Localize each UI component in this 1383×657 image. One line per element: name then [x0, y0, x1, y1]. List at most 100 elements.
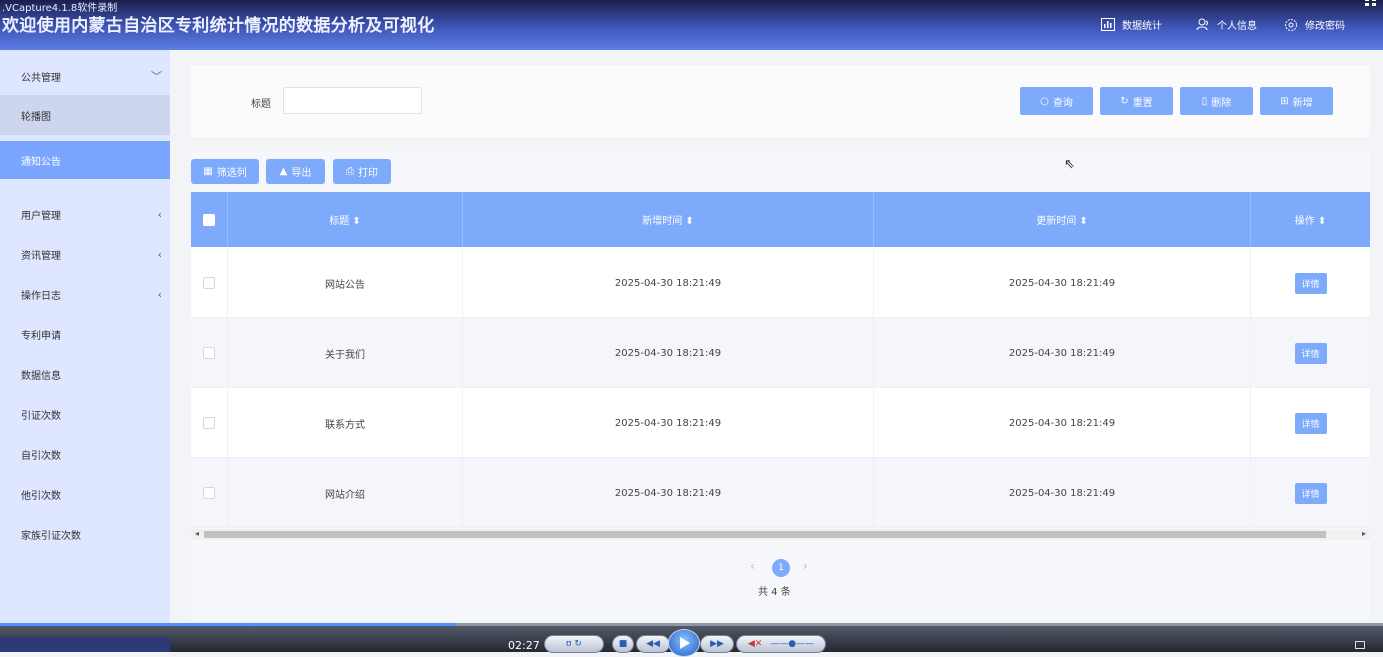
cell-updated: 2025-04-30 18:21:49 — [874, 388, 1251, 458]
sidebar-item-label: 通知公告 — [21, 156, 61, 168]
sidebar-item-operation-log[interactable]: 操作日志 ‹ — [0, 275, 170, 313]
column-header-action[interactable]: 操作 ⬍ — [1251, 192, 1370, 247]
cell-title: 网站介绍 — [228, 458, 463, 528]
nav-data-stats[interactable]: 数据统计 — [1101, 17, 1162, 32]
query-button[interactable]: ○ 查询 — [1020, 87, 1093, 115]
sidebar-item-data-info[interactable]: 数据信息 — [0, 355, 170, 393]
volume-slider[interactable]: ◀✕ ——●—— — [736, 635, 826, 653]
play-button[interactable] — [668, 629, 700, 657]
detail-button[interactable]: 详情 — [1294, 342, 1327, 364]
app-header: .VCapture4.1.8软件录制 欢迎使用内蒙古自治区专利统计情况的数据分析… — [0, 0, 1383, 50]
row-checkbox[interactable] — [191, 458, 228, 528]
next-page-icon[interactable]: › — [803, 559, 808, 573]
sidebar-item-public-management[interactable]: 公共管理 ﹀ — [0, 57, 170, 95]
mute-icon: ◀✕ — [747, 639, 763, 649]
cell-created: 2025-04-30 18:21:49 — [463, 388, 874, 458]
gear-icon — [1285, 18, 1297, 31]
playback-time: 02:27 — [508, 639, 540, 652]
sidebar-item-carousel[interactable]: 轮播图 — [0, 95, 170, 135]
export-icon: ▲ — [279, 166, 288, 177]
rewind-button[interactable]: ◀◀ — [636, 635, 670, 653]
loop-icon: ʊ ↻ — [566, 639, 582, 649]
rewind-icon: ◀◀ — [646, 639, 660, 649]
table-row: 联系方式 2025-04-30 18:21:49 2025-04-30 18:2… — [191, 388, 1370, 458]
column-header-updated[interactable]: 更新时间 ⬍ — [874, 192, 1251, 247]
window-grid-icon[interactable] — [1365, 0, 1377, 6]
cell-action: 详情 — [1251, 388, 1370, 458]
column-header-title[interactable]: 标题 ⬍ — [228, 192, 463, 247]
prev-page-icon[interactable]: ‹ — [750, 559, 755, 573]
select-all-checkbox[interactable] — [191, 192, 228, 247]
sidebar-item-notice[interactable]: 通知公告 — [0, 141, 170, 179]
filter-columns-label: 筛选列 — [216, 168, 247, 179]
chevron-left-icon: ‹ — [157, 287, 162, 301]
sidebar-item-label: 他引次数 — [21, 490, 61, 502]
volume-track: ——●—— — [770, 639, 815, 649]
nav-profile[interactable]: 个人信息 — [1196, 17, 1257, 32]
playback-progress-bar[interactable] — [0, 623, 1383, 626]
refresh-icon: ↻ — [1120, 95, 1129, 107]
sidebar-item-user-management[interactable]: 用户管理 ‹ — [0, 195, 170, 233]
sidebar-item-news-management[interactable]: 资讯管理 ‹ — [0, 235, 170, 273]
scroll-right-icon[interactable]: ▸ — [1362, 529, 1366, 538]
columns-icon: ▦ — [203, 166, 213, 177]
filter-columns-button[interactable]: ▦ 筛选列 — [191, 159, 259, 184]
nav-change-password[interactable]: 修改密码 — [1284, 17, 1345, 32]
reset-button-label: 重置 — [1132, 97, 1153, 109]
cell-created: 2025-04-30 18:21:49 — [463, 458, 874, 528]
chevron-down-icon: ﹀ — [151, 70, 162, 83]
row-checkbox[interactable] — [191, 318, 228, 388]
stop-icon: ■ — [618, 639, 628, 649]
detail-button[interactable]: 详情 — [1294, 482, 1327, 504]
table-row: 网站介绍 2025-04-30 18:21:49 2025-04-30 18:2… — [191, 458, 1370, 528]
play-icon — [680, 637, 690, 649]
sidebar-item-citation-count[interactable]: 引证次数 — [0, 395, 170, 433]
nav-change-password-label: 修改密码 — [1305, 21, 1345, 32]
cell-title: 联系方式 — [228, 388, 463, 458]
export-button[interactable]: ▲ 导出 — [266, 159, 325, 184]
search-icon: ○ — [1040, 95, 1049, 107]
title-label: 标题 — [251, 99, 271, 110]
trash-icon: ▯ — [1201, 95, 1208, 107]
delete-button[interactable]: ▯ 删除 — [1180, 87, 1253, 115]
forward-button[interactable]: ▶▶ — [700, 635, 734, 653]
detail-button[interactable]: 详情 — [1294, 412, 1327, 434]
scroll-left-icon[interactable]: ◂ — [195, 529, 199, 538]
add-button[interactable]: ⊞ 新增 — [1260, 87, 1333, 115]
horizontal-scrollbar[interactable]: ◂ ▸ — [191, 529, 1370, 540]
print-button[interactable]: ⎙ 打印 — [333, 159, 391, 184]
reset-button[interactable]: ↻ 重置 — [1100, 87, 1173, 115]
sidebar-item-family-citation[interactable]: 家族引证次数 — [0, 515, 170, 553]
site-title: 欢迎使用内蒙古自治区专利统计情况的数据分析及可视化 — [2, 16, 435, 36]
video-player-bar: 02:27 ʊ ↻ ■ ◀◀ ▶▶ ◀✕ ——●—— — [0, 623, 1383, 657]
printer-icon: ⎙ — [346, 166, 354, 177]
chart-icon — [1101, 18, 1115, 31]
pagination: ‹ 1 › — [750, 558, 812, 578]
notice-table: 标题 ⬍ 新增时间 ⬍ 更新时间 ⬍ 操作 ⬍ 网站公告 2025-04-30 … — [191, 192, 1370, 528]
print-label: 打印 — [358, 168, 378, 179]
scrollbar-thumb[interactable] — [204, 531, 1326, 538]
stop-button[interactable]: ■ — [612, 635, 634, 653]
sidebar-item-self-citation[interactable]: 自引次数 — [0, 435, 170, 473]
mouse-cursor-icon: ⇖ — [1064, 157, 1075, 172]
cell-action: 详情 — [1251, 248, 1370, 318]
cell-action: 详情 — [1251, 318, 1370, 388]
column-header-created[interactable]: 新增时间 ⬍ — [463, 192, 874, 247]
row-checkbox[interactable] — [191, 248, 228, 318]
loop-button[interactable]: ʊ ↻ — [544, 635, 604, 653]
sidebar-item-patent-application[interactable]: 专利申请 — [0, 315, 170, 353]
chevron-left-icon: ‹ — [157, 247, 162, 261]
row-checkbox[interactable] — [191, 388, 228, 458]
nav-profile-label: 个人信息 — [1217, 21, 1257, 32]
sidebar: 公共管理 ﹀ 轮播图 通知公告 用户管理 ‹ 资讯管理 ‹ 操作日志 ‹ 专利申… — [0, 50, 170, 623]
playback-progress-fill — [0, 623, 457, 626]
checkbox-box — [203, 417, 215, 429]
sidebar-item-other-citation[interactable]: 他引次数 — [0, 475, 170, 513]
sidebar-item-label: 操作日志 — [21, 290, 61, 302]
export-label: 导出 — [291, 168, 312, 179]
detail-button[interactable]: 详情 — [1294, 272, 1327, 294]
page-number-current[interactable]: 1 — [772, 559, 790, 577]
fullscreen-icon[interactable] — [1355, 641, 1365, 649]
title-search-input[interactable] — [283, 87, 422, 114]
query-button-label: 查询 — [1052, 97, 1073, 109]
